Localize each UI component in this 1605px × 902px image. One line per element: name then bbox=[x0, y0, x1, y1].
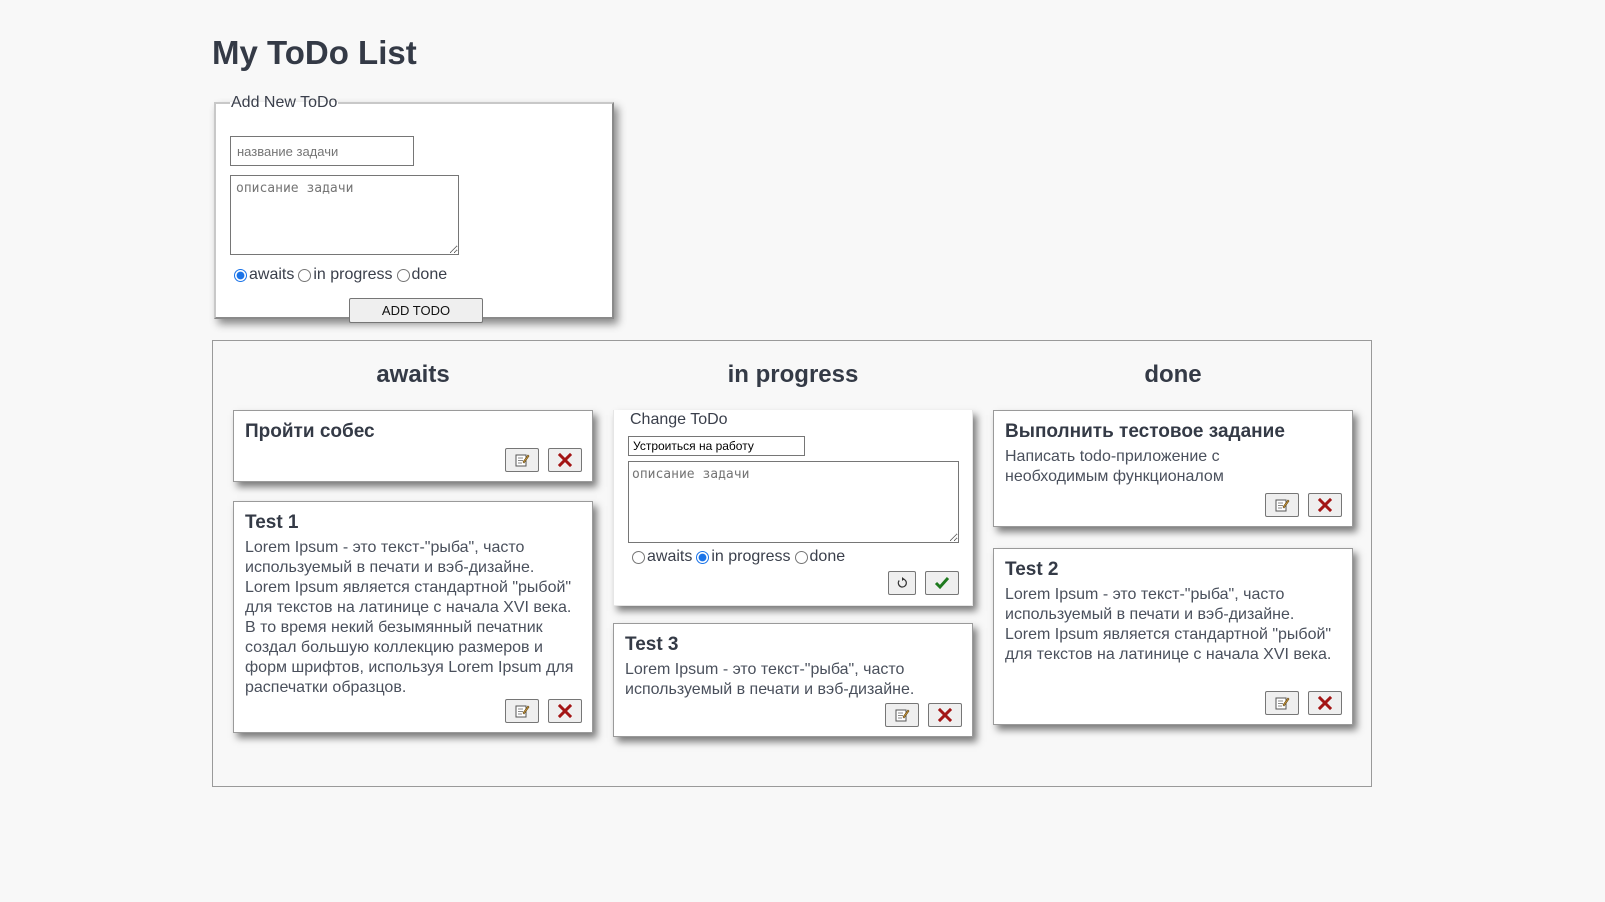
todo-card-title: Выполнить тестовое задание bbox=[1005, 421, 1285, 442]
todo-card-title: Test 1 bbox=[245, 512, 299, 533]
edit-status-radio-awaits[interactable] bbox=[632, 550, 645, 564]
delete-todo-button[interactable] bbox=[548, 699, 582, 723]
edit-status-radio-in-progress[interactable] bbox=[696, 550, 710, 564]
todo-card-title: Пройти собес bbox=[245, 421, 375, 442]
edit-note-icon bbox=[515, 454, 530, 467]
edit-status-radio-done[interactable] bbox=[794, 550, 808, 564]
todo-card-title: Test 3 bbox=[625, 634, 679, 655]
edit-note-icon bbox=[1275, 697, 1290, 710]
todo-card: Test 2 Lorem Ipsum - это текст-"рыба", ч… bbox=[993, 548, 1353, 725]
delete-todo-button[interactable] bbox=[1308, 493, 1342, 517]
new-todo-title-input[interactable] bbox=[230, 136, 414, 166]
todo-card-title: Test 2 bbox=[1005, 559, 1059, 580]
page-title: My ToDo List bbox=[212, 34, 417, 71]
column-title-awaits: awaits bbox=[376, 361, 450, 388]
edit-todo-description-input[interactable] bbox=[628, 461, 959, 543]
column-title-done: done bbox=[1144, 361, 1202, 388]
delete-todo-button[interactable] bbox=[1308, 691, 1342, 715]
edit-todo-button[interactable] bbox=[505, 699, 539, 723]
todo-card-actions bbox=[1265, 691, 1342, 715]
edit-note-icon bbox=[1275, 499, 1290, 512]
delete-todo-button[interactable] bbox=[928, 703, 962, 727]
todo-board: awaits Пройти собес Test 1 Lorem Ipsum -… bbox=[212, 340, 1372, 787]
red-x-icon bbox=[1318, 498, 1332, 512]
edit-todo-status-group: awaits in progress done bbox=[632, 548, 845, 566]
edit-status-option-awaits[interactable]: awaits bbox=[632, 548, 692, 566]
edit-note-icon bbox=[515, 705, 530, 718]
edit-todo-button[interactable] bbox=[1265, 691, 1299, 715]
todo-card: Test 1 Lorem Ipsum - это текст-"рыба", ч… bbox=[233, 501, 593, 733]
red-x-icon bbox=[558, 704, 572, 718]
red-x-icon bbox=[1318, 696, 1332, 710]
todo-card-description: Lorem Ipsum - это текст-"рыба", часто ис… bbox=[1005, 586, 1332, 663]
delete-todo-button[interactable] bbox=[548, 448, 582, 472]
status-radio-awaits[interactable] bbox=[234, 268, 247, 282]
todo-card-description: Lorem Ipsum - это текст-"рыба", часто ис… bbox=[245, 539, 574, 696]
edit-status-option-done[interactable]: done bbox=[791, 548, 845, 566]
column-title-in-progress: in progress bbox=[727, 361, 859, 388]
todo-card-actions bbox=[885, 703, 962, 727]
add-todo-form: Add New ToDo awaits in progress done ADD… bbox=[214, 94, 614, 323]
edit-todo-form: Change ToDo awaits in progress done bbox=[613, 410, 973, 606]
status-option-in-progress[interactable]: in progress bbox=[294, 266, 393, 284]
reset-edit-button[interactable] bbox=[888, 571, 916, 595]
new-todo-description-input[interactable] bbox=[230, 175, 459, 255]
save-edit-button[interactable] bbox=[925, 571, 959, 595]
todo-card-description: Lorem Ipsum - это текст-"рыба", часто ис… bbox=[625, 661, 915, 698]
edit-todo-button[interactable] bbox=[505, 448, 539, 472]
undo-icon bbox=[897, 577, 907, 588]
edit-status-option-in-progress[interactable]: in progress bbox=[692, 548, 791, 566]
edit-todo-legend: Change ToDo bbox=[630, 411, 728, 428]
red-x-icon bbox=[558, 453, 572, 467]
todo-card: Выполнить тестовое задание Написать todo… bbox=[993, 410, 1353, 527]
add-todo-button[interactable]: ADD TODO bbox=[349, 298, 483, 323]
edit-todo-title-input[interactable] bbox=[628, 436, 805, 456]
status-option-awaits[interactable]: awaits bbox=[234, 266, 294, 284]
status-radio-done[interactable] bbox=[396, 268, 410, 282]
todo-card-actions bbox=[505, 699, 582, 723]
todo-card: Пройти собес bbox=[233, 410, 593, 482]
todo-card-description: Написать todo-приложение с необходимым ф… bbox=[1005, 448, 1224, 485]
status-option-done[interactable]: done bbox=[393, 266, 447, 284]
status-radio-in-progress[interactable] bbox=[298, 268, 312, 282]
red-x-icon bbox=[938, 708, 952, 722]
green-check-icon bbox=[934, 577, 950, 590]
edit-todo-actions bbox=[888, 571, 959, 595]
todo-card: Test 3 Lorem Ipsum - это текст-"рыба", ч… bbox=[613, 623, 973, 737]
edit-note-icon bbox=[895, 709, 910, 722]
add-todo-legend: Add New ToDo bbox=[231, 94, 338, 111]
todo-card-actions bbox=[1265, 493, 1342, 517]
edit-todo-button[interactable] bbox=[885, 703, 919, 727]
edit-todo-button[interactable] bbox=[1265, 493, 1299, 517]
todo-card-actions bbox=[505, 448, 582, 472]
new-todo-status-group: awaits in progress done bbox=[234, 266, 447, 284]
